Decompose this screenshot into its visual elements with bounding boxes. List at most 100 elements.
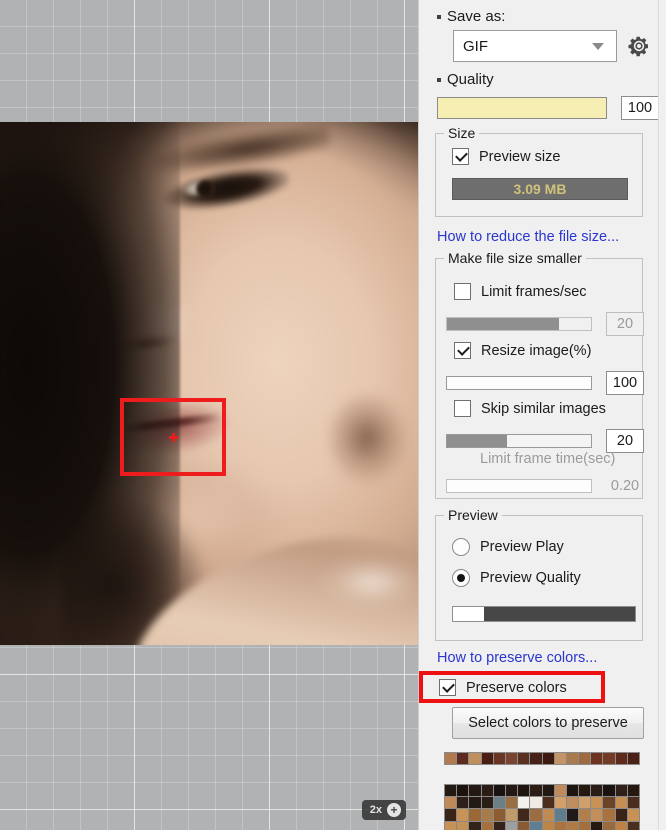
palette-swatch[interactable] <box>543 753 554 764</box>
palette-swatch[interactable] <box>616 809 627 820</box>
quality-slider[interactable] <box>437 97 607 119</box>
quality-value-field[interactable]: 100 <box>621 96 659 120</box>
palette-swatch[interactable] <box>457 809 468 820</box>
palette-swatch[interactable] <box>494 822 505 830</box>
palette-swatch[interactable] <box>567 822 578 830</box>
preview-quality-row[interactable]: Preview Quality <box>452 569 581 587</box>
palette-swatch[interactable] <box>628 753 639 764</box>
palette-swatch[interactable] <box>482 809 493 820</box>
palette-swatch[interactable] <box>469 785 480 796</box>
palette-swatch[interactable] <box>482 822 493 830</box>
palette-swatch[interactable] <box>469 753 480 764</box>
palette-swatch[interactable] <box>555 822 566 830</box>
palette-swatch[interactable] <box>555 797 566 808</box>
palette-swatch[interactable] <box>567 809 578 820</box>
palette-swatch[interactable] <box>567 797 578 808</box>
palette-swatch[interactable] <box>628 785 639 796</box>
preview-size-checkbox[interactable] <box>452 148 469 165</box>
palette-swatch[interactable] <box>628 822 639 830</box>
palette-swatch[interactable] <box>616 822 627 830</box>
palette-swatch[interactable] <box>616 797 627 808</box>
palette-swatch[interactable] <box>591 785 602 796</box>
palette-swatch[interactable] <box>616 785 627 796</box>
limit-fps-row[interactable]: Limit frames/sec <box>454 283 587 300</box>
palette-swatch[interactable] <box>628 797 639 808</box>
red-selection-rectangle[interactable] <box>120 398 226 476</box>
palette-swatch[interactable] <box>445 822 456 830</box>
gear-icon[interactable] <box>627 34 651 58</box>
resize-image-value-field[interactable]: 100 <box>606 371 644 395</box>
palette-swatch[interactable] <box>579 822 590 830</box>
palette-swatch[interactable] <box>457 785 468 796</box>
palette-swatch[interactable] <box>555 785 566 796</box>
palette-swatch[interactable] <box>555 809 566 820</box>
palette-swatch[interactable] <box>591 822 602 830</box>
palette-swatch[interactable] <box>518 809 529 820</box>
palette-swatch[interactable] <box>445 785 456 796</box>
palette-swatch[interactable] <box>445 797 456 808</box>
palette-swatch[interactable] <box>482 753 493 764</box>
palette-swatch[interactable] <box>530 809 541 820</box>
palette-swatch[interactable] <box>457 822 468 830</box>
palette-swatch[interactable] <box>603 785 614 796</box>
format-select[interactable]: GIF <box>453 30 617 62</box>
palette-swatch[interactable] <box>628 809 639 820</box>
palette-swatch[interactable] <box>543 785 554 796</box>
palette-swatch[interactable] <box>591 753 602 764</box>
palette-swatch[interactable] <box>457 797 468 808</box>
palette-swatch[interactable] <box>616 753 627 764</box>
palette-swatch[interactable] <box>579 797 590 808</box>
resize-image-slider[interactable] <box>446 376 592 390</box>
preview-photo[interactable] <box>0 122 418 645</box>
palette-swatch[interactable] <box>543 809 554 820</box>
palette-swatch[interactable] <box>579 809 590 820</box>
palette-swatch[interactable] <box>482 797 493 808</box>
palette-swatch[interactable] <box>469 797 480 808</box>
palette-swatch[interactable] <box>494 753 505 764</box>
palette-swatch[interactable] <box>603 822 614 830</box>
preview-size-row[interactable]: Preview size <box>452 148 560 165</box>
skip-similar-checkbox[interactable] <box>454 400 471 417</box>
palette-swatch[interactable] <box>457 753 468 764</box>
select-colors-button[interactable]: Select colors to preserve <box>452 707 644 739</box>
palette-swatch[interactable] <box>518 785 529 796</box>
palette-swatch[interactable] <box>469 809 480 820</box>
palette-swatch[interactable] <box>567 753 578 764</box>
preserve-colors-link[interactable]: How to preserve colors... <box>437 650 597 666</box>
palette-swatch[interactable] <box>530 753 541 764</box>
palette-swatch[interactable] <box>518 822 529 830</box>
image-colors-palette[interactable] <box>444 784 640 830</box>
zoom-level-badge[interactable]: 2x + <box>362 800 406 820</box>
palette-swatch[interactable] <box>603 809 614 820</box>
limit-fps-slider[interactable] <box>446 317 592 331</box>
preserve-colors-checkbox[interactable] <box>439 679 456 696</box>
reduce-file-size-link[interactable]: How to reduce the file size... <box>437 229 619 245</box>
skip-similar-row[interactable]: Skip similar images <box>454 400 606 417</box>
palette-swatch[interactable] <box>494 785 505 796</box>
image-canvas[interactable]: 2x + <box>0 0 418 830</box>
skip-similar-slider[interactable] <box>446 434 592 448</box>
palette-swatch[interactable] <box>579 753 590 764</box>
palette-swatch[interactable] <box>579 785 590 796</box>
resize-image-row[interactable]: Resize image(%) <box>454 342 591 359</box>
limit-frame-time-slider[interactable] <box>446 479 592 493</box>
palette-swatch[interactable] <box>482 785 493 796</box>
palette-swatch[interactable] <box>518 753 529 764</box>
palette-swatch[interactable] <box>603 797 614 808</box>
palette-swatch[interactable] <box>518 797 529 808</box>
palette-swatch[interactable] <box>506 797 517 808</box>
preview-play-radio[interactable] <box>452 538 470 556</box>
palette-swatch[interactable] <box>530 785 541 796</box>
limit-fps-checkbox[interactable] <box>454 283 471 300</box>
palette-swatch[interactable] <box>506 822 517 830</box>
palette-swatch[interactable] <box>506 753 517 764</box>
preview-play-row[interactable]: Preview Play <box>452 538 564 556</box>
palette-swatch[interactable] <box>530 797 541 808</box>
skip-similar-value-field[interactable]: 20 <box>606 429 644 453</box>
palette-swatch[interactable] <box>530 822 541 830</box>
palette-swatch[interactable] <box>543 822 554 830</box>
palette-swatch[interactable] <box>506 785 517 796</box>
palette-swatch[interactable] <box>445 753 456 764</box>
palette-swatch[interactable] <box>543 797 554 808</box>
palette-swatch[interactable] <box>494 809 505 820</box>
